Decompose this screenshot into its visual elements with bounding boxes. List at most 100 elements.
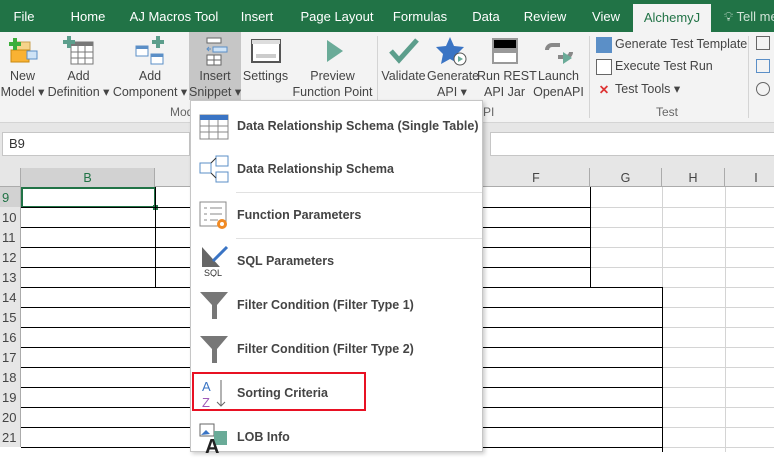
generate-test-template-button[interactable]: Generate Test Template (596, 33, 747, 55)
column-header-i[interactable]: I (725, 168, 774, 187)
column-header-f[interactable]: F (483, 168, 590, 187)
row-header-16[interactable]: 16 (0, 327, 21, 347)
tell-me-search[interactable]: 💡︎ Tell me (724, 0, 774, 32)
tab-view[interactable]: View (586, 0, 626, 32)
tab-alchemyj[interactable]: AlchemyJ (633, 4, 711, 32)
select-all-button[interactable] (0, 168, 21, 187)
gridline (662, 427, 774, 428)
row-header-21[interactable]: 21 (0, 427, 21, 447)
menu-item-label: LOB Info (237, 415, 290, 459)
add-definition-button[interactable]: Add Definition ▾ (45, 32, 112, 100)
label: Add (67, 69, 89, 83)
cell-border (590, 187, 591, 287)
label: Component ▾ (113, 85, 187, 99)
terminal-icon (489, 36, 521, 66)
launch-openapi-button[interactable]: LaunchOpenAPI (532, 32, 585, 100)
label: Preview (310, 69, 354, 83)
tab-page-layout[interactable]: Page Layout (292, 0, 382, 32)
checkmark-icon (388, 36, 420, 66)
tab-review[interactable]: Review (518, 0, 572, 32)
label: Snippet ▾ (189, 85, 241, 99)
column-header-h[interactable]: H (662, 168, 725, 187)
tab-file[interactable]: File (0, 0, 48, 32)
column-header-b[interactable]: B (21, 168, 155, 187)
row-header-10[interactable]: 10 (0, 207, 21, 227)
function-parameters-icon (199, 199, 229, 231)
gridline (590, 247, 774, 248)
row-header-13[interactable]: 13 (0, 267, 21, 287)
gridline (590, 227, 774, 228)
label: Add (139, 69, 161, 83)
label: New (10, 69, 35, 83)
menu-item-data-relationship-schema-single-table[interactable]: Data Relationship Schema (Single Table) (191, 104, 482, 148)
insert-snippet-icon (199, 36, 231, 66)
search-doc-icon[interactable] (756, 36, 770, 50)
add-component-icon (134, 36, 166, 66)
tab-home[interactable]: Home (58, 0, 118, 32)
filter-funnel-icon (199, 289, 229, 321)
row-header-18[interactable]: 18 (0, 367, 21, 387)
row-header-11[interactable]: 11 (0, 227, 21, 247)
row-header-17[interactable]: 17 (0, 347, 21, 367)
column-header-g[interactable]: G (590, 168, 662, 187)
tab-aj-macros-tool[interactable]: AJ Macros Tool (124, 0, 224, 32)
row-header-12[interactable]: 12 (0, 247, 21, 267)
star-play-icon (436, 36, 468, 66)
menu-item-filter-condition-type-2[interactable]: Filter Condition (Filter Type 2) (191, 327, 482, 371)
insert-snippet-button[interactable]: InsertSnippet ▾ (189, 32, 241, 100)
menu-item-lob-info[interactable]: A LOB Info (191, 415, 482, 459)
doc-transfer-icon[interactable] (756, 59, 770, 73)
gridline (662, 407, 774, 408)
menu-item-sql-parameters[interactable]: SQL SQL Parameters (191, 239, 482, 283)
run-rest-api-jar-button[interactable]: Run RESTAPI Jar (477, 32, 532, 100)
execute-test-run-button[interactable]: Execute Test Run (596, 55, 713, 77)
menu-item-filter-condition-type-1[interactable]: Filter Condition (Filter Type 1) (191, 283, 482, 327)
tab-data[interactable]: Data (466, 0, 506, 32)
add-component-button[interactable]: Add Component ▾ (112, 32, 188, 100)
schema-relationship-icon (199, 153, 229, 185)
add-table-icon (63, 36, 95, 66)
label: Run REST (477, 69, 537, 83)
new-model-button[interactable]: NewModel ▾ (0, 32, 45, 100)
row-header-15[interactable]: 15 (0, 307, 21, 327)
label: Test Tools ▾ (615, 82, 680, 96)
name-box[interactable]: B9 (2, 132, 190, 156)
gridline (590, 207, 774, 208)
label: Function Point (293, 85, 373, 99)
link-play-icon (543, 36, 575, 66)
test-tools-button[interactable]: ✕Test Tools ▾ (596, 78, 680, 100)
lightbulb-icon: 💡︎ (724, 9, 733, 24)
selected-cell-b9[interactable] (21, 187, 156, 208)
row-header-14[interactable]: 14 (0, 287, 21, 307)
cell-border (662, 287, 663, 452)
menu-item-data-relationship-schema[interactable]: Data Relationship Schema (191, 147, 482, 191)
tab-insert[interactable]: Insert (232, 0, 282, 32)
highlight-box-sorting-criteria (192, 372, 366, 411)
table-icon (199, 110, 229, 142)
menu-item-function-parameters[interactable]: Function Parameters (191, 193, 482, 237)
preview-function-point-button[interactable]: Preview Function Point (290, 32, 375, 100)
menu-item-label: Data Relationship Schema (237, 147, 394, 191)
row-header-19[interactable]: 19 (0, 387, 21, 407)
group-separator (748, 36, 749, 118)
validate-button[interactable]: Validate (380, 32, 427, 100)
menu-item-label: Function Parameters (237, 193, 361, 237)
generate-api-button[interactable]: GenerateAPI ▾ (427, 32, 477, 100)
menu-item-label: Data Relationship Schema (Single Table) (237, 104, 479, 148)
gridline (662, 447, 774, 448)
lob-image-text-icon: A (199, 421, 229, 453)
row-header-9[interactable]: 9 (0, 187, 21, 207)
refresh-search-icon[interactable] (756, 82, 770, 96)
gridline (662, 347, 774, 348)
row-header-20[interactable]: 20 (0, 407, 21, 427)
label: Settings (243, 69, 288, 83)
tab-formulas[interactable]: Formulas (388, 0, 452, 32)
ribbon-tab-bar: File Home AJ Macros Tool Insert Page Lay… (0, 0, 774, 32)
settings-button[interactable]: Settings (241, 32, 290, 100)
group-label-api: PI (483, 105, 494, 119)
new-model-icon (7, 36, 39, 66)
formula-input[interactable] (490, 132, 774, 156)
svg-text:A: A (205, 436, 219, 453)
label: Definition ▾ (48, 85, 110, 99)
label: Generate (427, 69, 479, 83)
